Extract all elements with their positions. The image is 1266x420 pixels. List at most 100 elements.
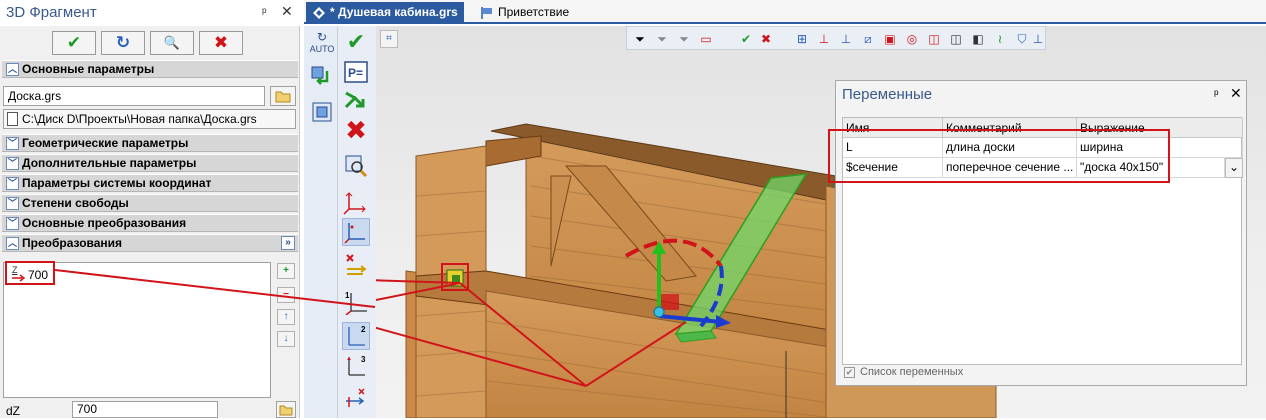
cube-view-button[interactable]	[308, 98, 336, 126]
refresh-icon: ↻	[115, 33, 131, 52]
panel-title-bar: 3D Фрагмент ᵖ ✕	[0, 0, 300, 26]
expand-icon: ﹀	[6, 197, 19, 210]
filter-tree-icon[interactable]: ⏷	[675, 30, 693, 48]
section-label: Геометрические параметры	[22, 136, 189, 150]
axis-small-icon[interactable]: ⊥	[1029, 30, 1047, 48]
cancel-icon: ✖	[213, 33, 229, 52]
view-toolbar: ⏷ ⏷ ⏷ ▭ ✔ ✖ ⊞ ⊥ ⊥ ⧄ ▣ ◎ ◫ ◫ ◧ ≀ ⛉ ⊥	[626, 26, 1046, 50]
filter-off-icon[interactable]: ⏷	[653, 30, 671, 48]
tab-shower-cabin[interactable]: * Душевая кабина.grs	[306, 2, 464, 24]
variables-title: Переменные	[842, 86, 933, 103]
close-icon[interactable]: ✕	[1230, 85, 1242, 102]
list-variables-label: Список переменных	[860, 366, 964, 378]
insert-fragment-button[interactable]	[308, 62, 336, 90]
cylinder-icon[interactable]: ◎	[903, 30, 921, 48]
cancel-button[interactable]: ✖	[199, 31, 243, 55]
redirect-arrow-icon	[344, 91, 365, 109]
axes-button[interactable]	[342, 188, 370, 216]
box-icon[interactable]: ▣	[881, 30, 899, 48]
folder-icon	[275, 91, 291, 103]
document-tabs: * Душевая кабина.grs Приветствие	[304, 0, 1266, 24]
file-name-field[interactable]: Доска.grs	[3, 86, 265, 106]
cube-icon	[312, 102, 332, 122]
ok-button[interactable]: ✔	[52, 31, 96, 55]
pin-icon[interactable]: ᵖ	[1214, 87, 1219, 101]
dz-browse-button[interactable]	[276, 401, 296, 418]
select-clear-icon[interactable]: ✖	[757, 30, 775, 48]
axis-blue-icon[interactable]: ⊥	[837, 30, 855, 48]
panel-title: 3D Фрагмент	[6, 4, 97, 21]
highlight-transform	[5, 261, 55, 285]
checkmark-icon: ✔	[66, 33, 82, 52]
preview-3d-button[interactable]	[342, 152, 370, 180]
expand-all-icon[interactable]: »	[281, 236, 295, 250]
section-label: Дополнительные параметры	[22, 156, 197, 170]
expand-icon: ﹀	[6, 177, 19, 190]
folder-icon	[279, 405, 293, 416]
section-freedom[interactable]: ﹀ Степени свободы	[2, 194, 298, 212]
preview-button[interactable]: 🔍	[150, 31, 194, 55]
expand-icon: ﹀	[6, 217, 19, 230]
section-label: Преобразования	[22, 236, 123, 250]
cube-wire-icon[interactable]: ◫	[947, 30, 965, 48]
section-label: Основные параметры	[22, 62, 155, 76]
grid-icon[interactable]: ⊞	[793, 30, 811, 48]
section-label: Параметры системы координат	[22, 176, 212, 190]
tree-view-icon[interactable]: ⌗	[380, 30, 398, 48]
plane-icon[interactable]: ⧄	[859, 30, 877, 48]
section-geom-params[interactable]: ﹀ Геометрические параметры	[2, 134, 298, 152]
parameters-button[interactable]: P=	[342, 58, 370, 86]
section-coord-params[interactable]: ﹀ Параметры системы координат	[2, 174, 298, 192]
variables-panel: Переменные ᵖ ✕ Имя Комментарий Выражение…	[828, 80, 1247, 386]
pin-icon[interactable]: ᵖ	[262, 5, 267, 19]
cube-solid-icon[interactable]: ◧	[969, 30, 987, 48]
refresh-button[interactable]: ↻	[101, 31, 145, 55]
auto-button[interactable]: ↻ AUTO	[308, 28, 336, 56]
section-main-params[interactable]: ︿ Основные параметры	[2, 60, 298, 78]
list-variables-checkbox[interactable]: ✔	[844, 367, 855, 378]
section-label: Степени свободы	[22, 196, 129, 210]
filter-icon[interactable]: ⏷	[631, 30, 649, 48]
apply-button[interactable]: ✔	[342, 28, 370, 56]
checkmark-icon: ✔	[346, 29, 366, 54]
flag-icon	[481, 7, 492, 19]
redirect-button[interactable]	[342, 86, 370, 114]
tab-welcome[interactable]: Приветствие	[474, 2, 575, 24]
cancel-icon: ✖	[345, 114, 367, 145]
axes-selected-button[interactable]	[342, 218, 370, 246]
model-icon	[313, 7, 325, 19]
magnifier-cube-icon	[345, 155, 368, 178]
dz-label: dZ	[6, 404, 21, 418]
path-icon[interactable]: ≀	[991, 30, 1009, 48]
tab-label: Приветствие	[498, 5, 570, 19]
document-icon	[7, 112, 18, 126]
preview-icon: 🔍	[163, 35, 181, 50]
select-ok-icon[interactable]: ✔	[737, 30, 755, 48]
parameters-icon: P=	[344, 61, 368, 83]
cube-red-icon[interactable]: ◫	[925, 30, 943, 48]
chevron-down-icon[interactable]: ⌄	[1225, 158, 1243, 178]
highlight-grip-point	[441, 263, 469, 291]
svg-text:P=: P=	[348, 66, 363, 80]
browse-button[interactable]	[270, 86, 296, 106]
annotation-line	[55, 269, 376, 308]
close-icon[interactable]: ✕	[281, 3, 293, 20]
axis-cancel-2-button[interactable]	[342, 386, 370, 414]
select-box-icon[interactable]: ▭	[697, 30, 715, 48]
collapse-icon: ︿	[6, 237, 19, 250]
refresh-icon: ↻	[316, 30, 328, 44]
expand-icon: ﹀	[6, 137, 19, 150]
axis-cancel-icon	[346, 388, 365, 407]
insert-cube-icon	[311, 66, 329, 85]
highlight-variables	[828, 129, 1170, 183]
axes-icon	[343, 192, 366, 215]
axes-icon	[344, 223, 365, 244]
dz-input[interactable]: 700	[72, 401, 218, 418]
auto-label: AUTO	[309, 44, 335, 54]
tab-label: * Душевая кабина.grs	[330, 5, 458, 19]
delete-button[interactable]: ✖	[342, 114, 370, 145]
section-extra-params[interactable]: ﹀ Дополнительные параметры	[2, 154, 298, 172]
section-label: Основные преобразования	[22, 216, 187, 230]
axis-icon[interactable]: ⊥	[815, 30, 833, 48]
section-basic-transforms[interactable]: ﹀ Основные преобразования	[2, 214, 298, 232]
